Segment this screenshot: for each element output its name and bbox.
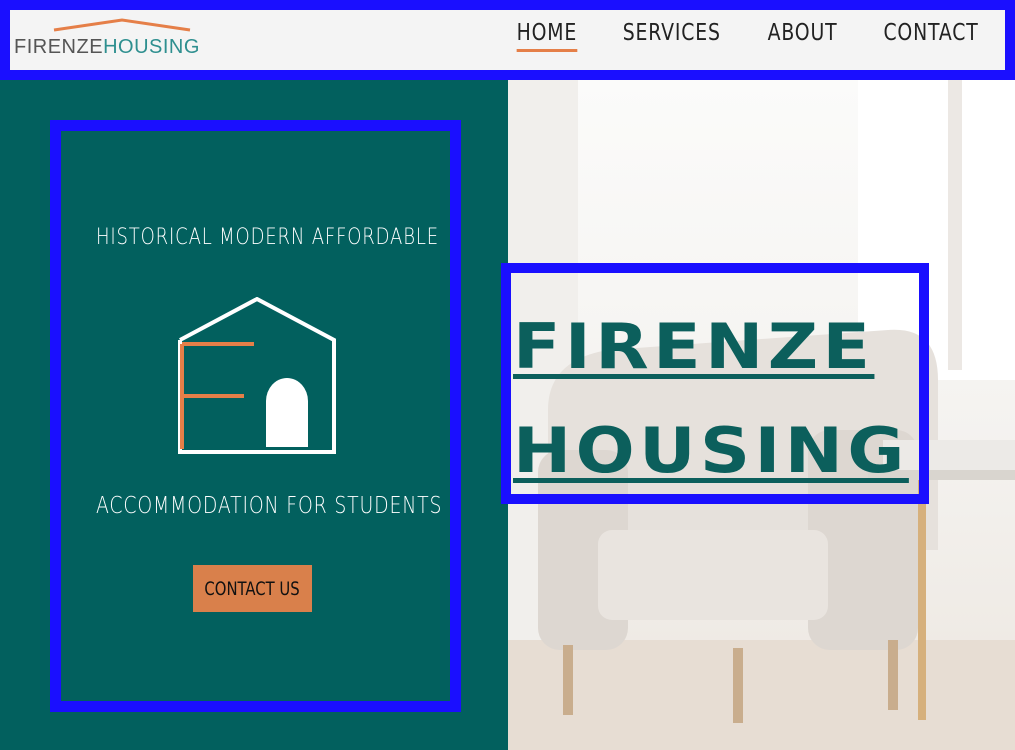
main-nav: HOME SERVICES ABOUT CONTACT	[510, 20, 989, 52]
hero-title-box: FIRENZE HOUSING	[501, 263, 929, 504]
tagline-top: HISTORICAL MODERN AFFORDABLE	[96, 225, 439, 250]
logo-roof-icon	[53, 18, 191, 32]
nav-home[interactable]: HOME	[517, 20, 578, 52]
nav-about[interactable]: ABOUT	[767, 20, 837, 52]
logo[interactable]: FIRENZEHOUSING	[14, 18, 224, 68]
site-header: FIRENZEHOUSING HOME SERVICES ABOUT CONTA…	[0, 0, 1015, 80]
nav-contact[interactable]: CONTACT	[883, 20, 978, 52]
logo-text-housing: HOUSING	[103, 36, 200, 58]
hero-title-line1: FIRENZE	[513, 310, 875, 383]
logo-text-firenze: FIRENZE	[14, 36, 104, 58]
hero-left-panel: HISTORICAL MODERN AFFORDABLE ACCOMMODATI…	[0, 80, 508, 750]
hero-title[interactable]: FIRENZE HOUSING	[513, 295, 909, 503]
contact-us-button[interactable]: CONTACT US	[193, 565, 312, 612]
tagline-bottom: ACCOMMODATION FOR STUDENTS	[96, 493, 443, 519]
nav-services[interactable]: SERVICES	[623, 20, 721, 52]
house-logo-icon	[178, 297, 336, 454]
hero-title-line2: HOUSING	[513, 414, 909, 487]
hero-card: HISTORICAL MODERN AFFORDABLE ACCOMMODATI…	[50, 120, 461, 712]
logo-text: FIRENZEHOUSING	[14, 36, 200, 59]
contact-us-label: CONTACT US	[204, 577, 301, 600]
